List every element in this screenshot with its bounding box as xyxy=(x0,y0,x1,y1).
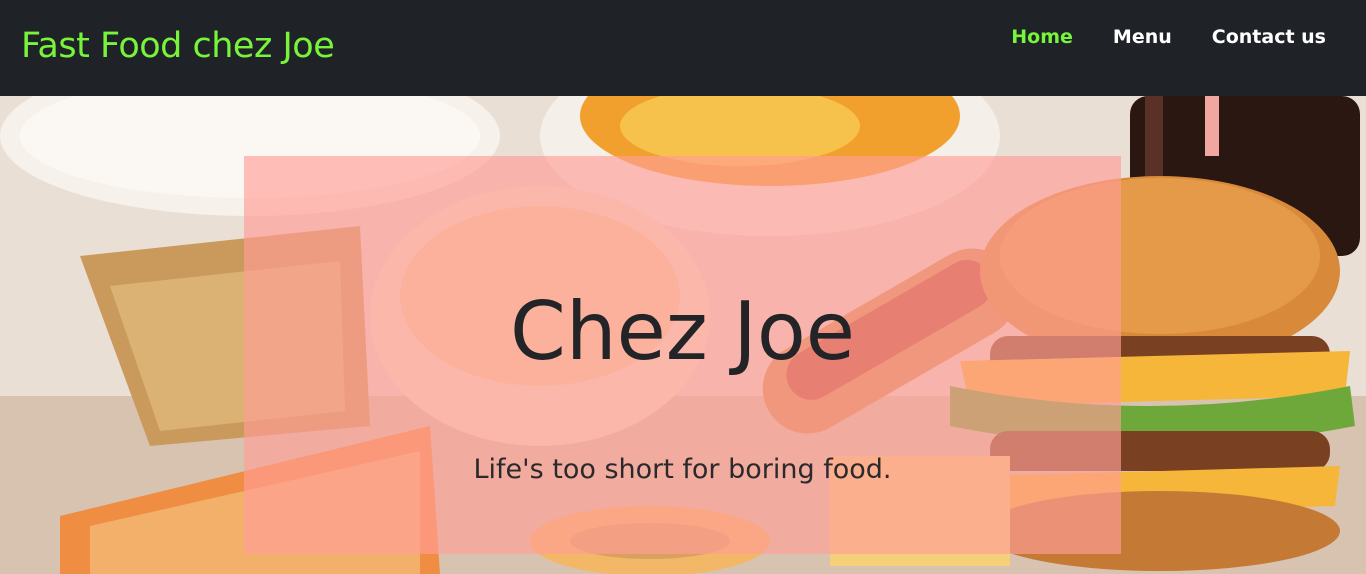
hero-tagline: Life's too short for boring food. xyxy=(473,454,892,485)
nav-link-home[interactable]: Home xyxy=(1011,24,1073,50)
nav-link-menu[interactable]: Menu xyxy=(1113,24,1172,50)
brand-link[interactable]: Fast Food chez Joe xyxy=(21,24,335,68)
hero-overlay-panel: Chez Joe Life's too short for boring foo… xyxy=(244,156,1121,554)
hero-title: Chez Joe xyxy=(510,285,855,378)
top-navbar: Fast Food chez Joe Home Menu Contact us xyxy=(0,0,1366,96)
nav-links: Home Menu Contact us xyxy=(971,24,1326,50)
hero-section: Chez Joe Life's too short for boring foo… xyxy=(0,96,1366,574)
nav-link-contact[interactable]: Contact us xyxy=(1212,24,1326,50)
